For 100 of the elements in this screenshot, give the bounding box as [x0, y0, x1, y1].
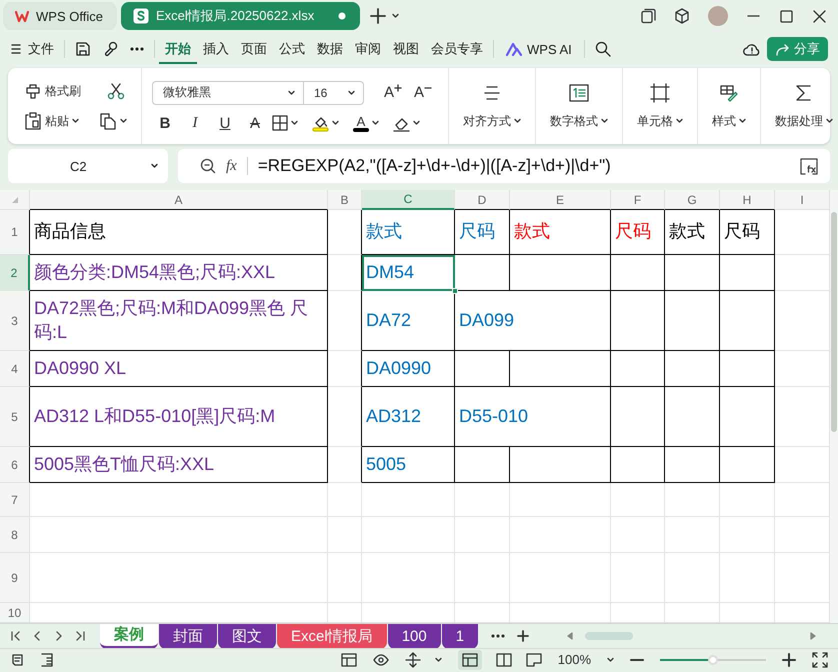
- ribbon-group-button[interactable]: 数字格式: [550, 112, 608, 130]
- vertical-scrollbar-thumb[interactable]: [831, 212, 837, 432]
- column-header[interactable]: I: [775, 190, 830, 210]
- caret-icon[interactable]: [348, 90, 355, 96]
- move-icon[interactable]: [404, 652, 421, 668]
- zoom-level[interactable]: 100%: [558, 652, 591, 667]
- fill-color-icon[interactable]: [312, 114, 329, 132]
- ribbon-tab[interactable]: 会员专享: [425, 34, 489, 64]
- eye-icon[interactable]: [372, 652, 389, 668]
- caret-icon[interactable]: [72, 118, 79, 124]
- caret-icon[interactable]: [288, 90, 295, 96]
- caret-icon[interactable]: [372, 120, 379, 126]
- ribbon-group-button[interactable]: 单元格: [637, 112, 684, 130]
- sheet-tab[interactable]: 图文: [218, 624, 276, 648]
- caret-icon[interactable]: [514, 118, 522, 124]
- search-icon[interactable]: [594, 41, 611, 57]
- row-header[interactable]: 3: [0, 291, 30, 351]
- caret-icon[interactable]: [826, 118, 834, 124]
- sheet-tab[interactable]: 1: [442, 624, 478, 648]
- add-sheet-icon[interactable]: [517, 630, 530, 642]
- caret-icon[interactable]: [332, 120, 339, 126]
- table-brush-icon[interactable]: [719, 82, 740, 102]
- font-size-dropdown[interactable]: 16: [304, 82, 363, 104]
- row-header[interactable]: 10: [0, 603, 30, 623]
- strike-button[interactable]: A: [242, 114, 268, 132]
- font-name-dropdown[interactable]: 微软雅黑: [153, 82, 304, 104]
- ribbon-group-button[interactable]: 样式: [712, 112, 746, 130]
- column-header[interactable]: D: [455, 190, 510, 210]
- name-box[interactable]: C2: [8, 149, 168, 183]
- row-header[interactable]: 1: [0, 210, 30, 255]
- insert-function-button[interactable]: fx: [226, 158, 237, 174]
- scissors-icon[interactable]: [107, 82, 125, 100]
- row-header[interactable]: 4: [0, 351, 30, 387]
- borders-icon[interactable]: [272, 115, 288, 131]
- close-icon[interactable]: [812, 8, 827, 24]
- more-sheets-icon[interactable]: [491, 633, 506, 639]
- caret-icon[interactable]: [413, 120, 420, 126]
- row-header[interactable]: 2: [0, 255, 30, 291]
- column-header[interactable]: A: [30, 190, 328, 210]
- row-header[interactable]: 5: [0, 387, 30, 447]
- first-sheet-icon[interactable]: [10, 630, 20, 642]
- formula-panel-icon[interactable]: [800, 158, 818, 174]
- window-tiles-icon[interactable]: [641, 8, 656, 24]
- more-icon[interactable]: [130, 45, 144, 53]
- ribbon-group-button[interactable]: 对齐方式: [463, 112, 522, 130]
- column-header[interactable]: E: [510, 190, 611, 210]
- macro-icon[interactable]: [10, 652, 24, 668]
- cell-frame-icon[interactable]: [650, 82, 670, 102]
- grow-font-button[interactable]: A: [384, 84, 402, 101]
- list-view-icon[interactable]: [40, 652, 54, 668]
- paste-button[interactable]: 粘贴: [24, 112, 79, 130]
- last-sheet-icon[interactable]: [76, 630, 86, 642]
- caret-icon[interactable]: [434, 656, 442, 662]
- slider-thumb[interactable]: [708, 654, 718, 664]
- table-view-icon[interactable]: [340, 652, 357, 668]
- wps-ai-button[interactable]: WPS AI: [498, 42, 580, 56]
- file-menu[interactable]: 文件: [22, 34, 60, 64]
- caret-icon[interactable]: [739, 118, 746, 124]
- prev-sheet-icon[interactable]: [32, 630, 42, 642]
- paint-brush-icon[interactable]: [24, 82, 42, 100]
- horizontal-scrollbar-thumb[interactable]: [585, 632, 634, 640]
- number-format-icon[interactable]: [569, 82, 590, 102]
- zoom-out-icon[interactable]: [200, 158, 216, 174]
- ribbon-group-button[interactable]: 数据处理: [775, 112, 834, 130]
- row-header[interactable]: 7: [0, 483, 30, 517]
- ribbon-tab[interactable]: 审阅: [349, 34, 387, 64]
- caret-icon[interactable]: [607, 656, 614, 662]
- column-header[interactable]: C: [362, 190, 455, 210]
- sheet-tab[interactable]: 100: [388, 624, 441, 648]
- italic-button[interactable]: I: [182, 114, 208, 132]
- row-header[interactable]: 8: [0, 517, 30, 553]
- column-header[interactable]: H: [720, 190, 775, 210]
- normal-view-icon[interactable]: [462, 652, 478, 668]
- maximize-icon[interactable]: [779, 8, 794, 24]
- ribbon-tab[interactable]: 公式: [273, 34, 311, 64]
- menu-icon[interactable]: [10, 42, 22, 56]
- caret-icon[interactable]: [676, 118, 684, 124]
- ribbon-tab[interactable]: 页面: [235, 34, 273, 64]
- share-button[interactable]: 分享: [767, 37, 828, 61]
- clipboard-icon[interactable]: [24, 112, 42, 130]
- caret-icon[interactable]: [601, 118, 608, 124]
- add-icon[interactable]: [370, 8, 386, 24]
- page-break-icon[interactable]: [526, 652, 542, 668]
- fullscreen-icon[interactable]: [812, 652, 828, 668]
- shape-icon[interactable]: [103, 41, 118, 57]
- font-color-button[interactable]: A: [353, 114, 369, 132]
- cloud-alert-icon[interactable]: [743, 41, 761, 57]
- row-header[interactable]: 6: [0, 447, 30, 483]
- ribbon-tab[interactable]: 视图: [387, 34, 425, 64]
- column-header[interactable]: F: [611, 190, 665, 210]
- ribbon-tab[interactable]: 开始: [159, 34, 197, 64]
- caret-icon[interactable]: [120, 118, 127, 124]
- next-sheet-icon[interactable]: [54, 630, 64, 642]
- formula-input[interactable]: =REGEXP(A2,"([A-z]+\d+-\d+)|([A-z]+\d+)|\d+"): [258, 156, 790, 176]
- column-header[interactable]: G: [665, 190, 720, 210]
- format-painter-button[interactable]: 格式刷: [24, 82, 81, 100]
- dropdown-caret-icon[interactable]: [392, 13, 399, 19]
- page-layout-icon[interactable]: [496, 652, 512, 668]
- underline-button[interactable]: U: [212, 114, 238, 132]
- document-tab[interactable]: WPS Office: [3, 2, 117, 30]
